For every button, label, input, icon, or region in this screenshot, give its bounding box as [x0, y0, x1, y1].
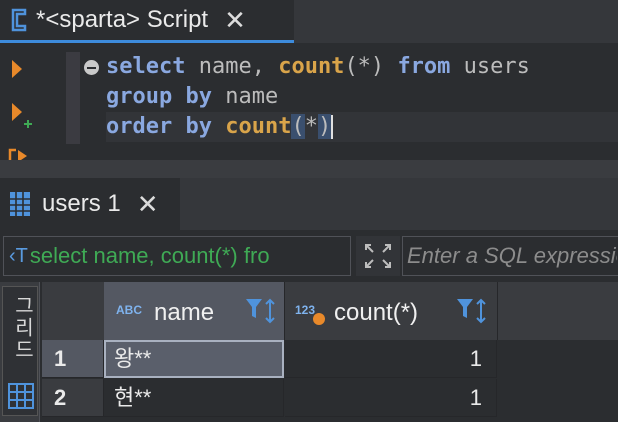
keyword-by: by [185, 84, 212, 109]
sql-filter-container [402, 236, 618, 276]
column-header-count[interactable]: 123 count(*) [285, 282, 498, 340]
cell-name[interactable]: 왕** [104, 340, 284, 378]
panel-splitter[interactable] [0, 160, 618, 178]
sql-script-icon [11, 8, 27, 32]
code-text: users [450, 54, 530, 79]
editor-tab-title: *<sparta> Script [36, 6, 209, 33]
row-number[interactable]: 1 [42, 340, 104, 378]
cell-count[interactable]: 1 [285, 340, 497, 378]
cell-count[interactable]: 1 [285, 379, 497, 417]
editor-tab[interactable]: *<sparta> Script ✕ [0, 0, 294, 43]
results-tab[interactable]: users 1 ✕ [0, 178, 180, 230]
code-area[interactable]: select name, count(*) from users group b… [106, 52, 618, 148]
function-count: count [278, 54, 345, 79]
keyword-by: by [185, 114, 212, 139]
column-filter-sort-icon[interactable] [455, 296, 491, 324]
code-line-2: group by name [106, 82, 618, 112]
grid-view-label: 그리드 [11, 295, 33, 361]
results-tab-title: users 1 [42, 190, 121, 217]
row-number[interactable]: 2 [42, 379, 104, 417]
code-line-1: select name, count(*) from users [106, 52, 618, 82]
table-icon [10, 192, 30, 216]
keyword-from: from [397, 54, 451, 79]
calculated-column-icon [313, 313, 325, 325]
column-count-label: count(*) [334, 299, 419, 326]
cell-name[interactable]: 현** [104, 379, 284, 417]
row-number-header[interactable] [42, 282, 105, 340]
keyword-select: select [106, 54, 186, 79]
code-text: name, [185, 54, 279, 79]
empty-header-space [498, 282, 618, 340]
expand-filter-button[interactable] [356, 236, 400, 276]
fold-collapse-icon[interactable] [84, 60, 99, 75]
string-type-icon: ABC [116, 303, 142, 317]
results-tab-close-button[interactable]: ✕ [137, 191, 159, 217]
paren-close: ) [317, 114, 332, 139]
maximize-icon [365, 244, 391, 268]
code-text: (*) [344, 54, 385, 79]
fold-margin [66, 52, 80, 144]
grid-view-tab[interactable]: 그리드 [2, 286, 38, 416]
execute-statement-icon[interactable] [10, 58, 24, 80]
function-count: count [225, 114, 292, 139]
query-text-field[interactable]: ‹T select name, count(*) fro [3, 236, 351, 276]
paren-open: ( [291, 114, 305, 139]
sql-filter-input[interactable] [403, 242, 618, 270]
code-line-3: order by count(*) [106, 112, 618, 142]
grid-icon [8, 383, 34, 409]
execute-in-new-tab-icon[interactable] [10, 101, 34, 131]
code-text: name [211, 84, 279, 109]
text-filter-icon: ‹T [9, 244, 28, 267]
column-name-label: name [154, 299, 215, 326]
column-header-name[interactable]: ABC name [104, 282, 285, 340]
query-text: select name, count(*) fro [29, 243, 270, 268]
code-text: * [304, 114, 318, 139]
keyword-order: order [106, 114, 173, 139]
editor-gutter [0, 43, 66, 162]
keyword-group: group [106, 84, 173, 109]
editor-tab-close-button[interactable]: ✕ [224, 7, 246, 33]
text-caret [331, 115, 334, 139]
column-filter-sort-icon[interactable] [244, 296, 280, 324]
